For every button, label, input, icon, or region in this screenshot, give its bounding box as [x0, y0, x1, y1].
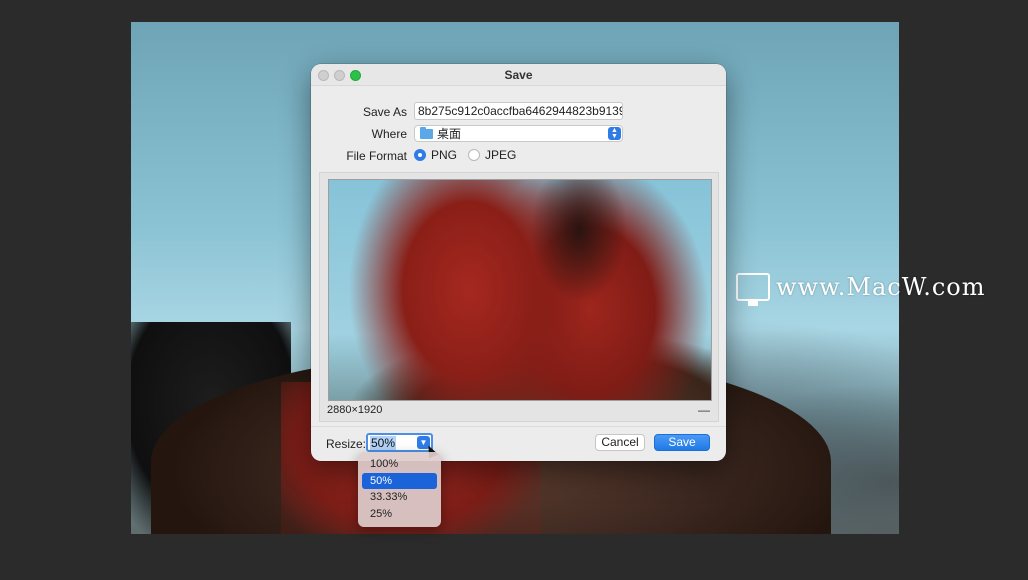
resize-label: Resize: [326, 437, 367, 451]
save-dialog: Save Save As 8b275c912c0accfba6462944823… [311, 64, 726, 461]
image-dimensions: 2880×1920 [327, 404, 383, 416]
minimize-icon[interactable] [334, 70, 345, 81]
cancel-button[interactable]: Cancel [595, 434, 645, 451]
png-radio[interactable] [414, 149, 426, 161]
menu-item-50[interactable]: 50% [362, 472, 437, 489]
menu-item-25[interactable]: 25% [362, 506, 437, 523]
save-as-input[interactable]: 8b275c912c0accfba6462944823b9139.p [414, 102, 623, 120]
watermark: www.MacW.com [736, 273, 986, 306]
file-format-label: File Format [346, 149, 407, 163]
collapse-preview-button[interactable]: — [698, 403, 710, 417]
jpeg-label[interactable]: JPEG [485, 148, 516, 162]
resize-dropdown-menu: 100% 50% 33.33% 25% [358, 452, 441, 527]
file-format-options: PNG JPEG [414, 148, 522, 162]
resize-value[interactable]: 50% [370, 436, 397, 450]
image-preview-panel [319, 172, 719, 422]
folder-icon [420, 126, 433, 139]
chevron-updown-icon: ▲ ▼ [608, 127, 621, 140]
save-button[interactable]: Save [654, 434, 710, 451]
menu-item-33[interactable]: 33.33% [362, 489, 437, 506]
where-popup[interactable]: 桌面 ▲ ▼ [414, 125, 623, 142]
window-controls [318, 70, 361, 81]
save-as-label: Save As [362, 105, 407, 119]
png-label[interactable]: PNG [431, 148, 457, 162]
jpeg-radio[interactable] [468, 149, 481, 161]
watermark-text: www.MacW.com [776, 273, 986, 301]
dialog-titlebar[interactable]: Save [311, 64, 726, 86]
resize-combobox[interactable]: 50% ▼ [366, 433, 433, 452]
monitor-icon [736, 273, 770, 306]
divider [311, 426, 726, 427]
dialog-title: Save [504, 68, 533, 82]
close-icon[interactable] [318, 70, 329, 81]
zoom-icon[interactable] [350, 70, 361, 81]
where-value: 桌面 [437, 127, 462, 141]
image-preview [328, 179, 712, 401]
menu-item-100[interactable]: 100% [362, 456, 437, 473]
where-label: Where [371, 127, 407, 141]
